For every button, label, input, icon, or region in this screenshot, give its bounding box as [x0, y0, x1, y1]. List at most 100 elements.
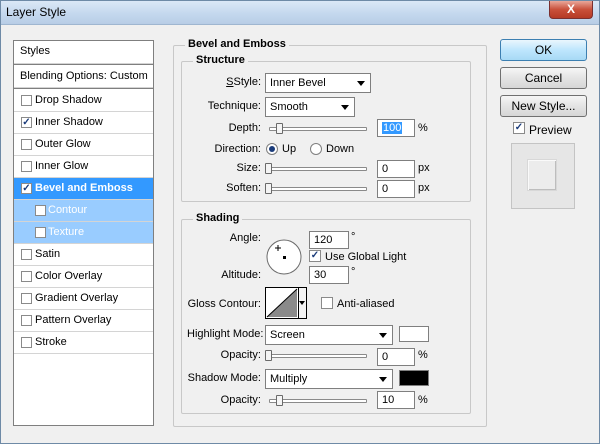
shadow-opacity-label: Opacity: — [220, 394, 261, 406]
soften-slider-track[interactable] — [269, 187, 367, 191]
angle-unit: ° — [351, 231, 356, 243]
shadow-mode-dropdown[interactable]: Multiply — [265, 369, 393, 389]
soften-unit: px — [418, 182, 430, 194]
size-input[interactable]: 0 — [377, 160, 415, 178]
style-item-checkbox[interactable] — [21, 139, 32, 150]
ok-button[interactable]: OK — [500, 39, 587, 61]
depth-slider-track[interactable] — [269, 127, 367, 131]
style-item-checkbox[interactable] — [35, 205, 46, 216]
style-item-label: Texture — [48, 226, 85, 238]
styles-header-label: Styles — [20, 45, 50, 57]
style-item-label: Bevel and Emboss — [35, 182, 133, 194]
depth-slider-thumb[interactable] — [276, 123, 283, 134]
structure-title: Structure — [193, 54, 248, 66]
style-item-checkbox[interactable] — [21, 249, 32, 260]
anti-aliased-checkbox[interactable] — [321, 297, 333, 309]
preview-checkbox[interactable]: ✓ — [513, 122, 525, 134]
highlight-opacity-input[interactable]: 0 — [377, 348, 415, 366]
chevron-down-icon — [341, 105, 349, 110]
style-item-label: Color Overlay — [35, 270, 103, 282]
chevron-down-icon — [379, 333, 387, 338]
style-item-checkbox[interactable]: ✓ — [21, 117, 32, 128]
angle-input[interactable]: 120 — [309, 231, 349, 249]
style-item[interactable]: Outer Glow — [14, 134, 153, 156]
style-item[interactable]: Drop Shadow — [14, 90, 153, 112]
highlight-mode-value: Screen — [270, 329, 305, 341]
global-light-checkbox[interactable]: ✓ — [309, 250, 321, 262]
altitude-unit: ° — [351, 266, 356, 278]
global-light-label: Use Global Light — [325, 251, 407, 263]
chevron-down-icon — [299, 301, 305, 305]
size-slider-track[interactable] — [269, 167, 367, 171]
technique-value: Smooth — [270, 101, 308, 113]
shadow-opacity-value: 10 — [382, 394, 395, 406]
style-item[interactable]: Satin — [14, 244, 153, 266]
direction-down-label: Down — [326, 143, 355, 155]
style-item-label: Inner Glow — [35, 160, 89, 172]
technique-dropdown[interactable]: Smooth — [265, 97, 355, 117]
styles-header-item[interactable]: Styles — [14, 41, 153, 64]
style-item[interactable]: Pattern Overlay — [14, 310, 153, 332]
style-item-checkbox[interactable] — [21, 95, 32, 106]
soften-slider-thumb[interactable] — [265, 183, 272, 194]
soften-input[interactable]: 0 — [377, 180, 415, 198]
shadow-color-swatch[interactable] — [399, 370, 429, 386]
shadow-opacity-track[interactable] — [269, 399, 367, 403]
style-item-checkbox[interactable] — [21, 315, 32, 326]
blending-options-label: Blending Options: Custom — [20, 70, 148, 82]
style-dropdown[interactable]: Inner Bevel — [265, 73, 371, 93]
style-item[interactable]: Gradient Overlay — [14, 288, 153, 310]
angle-dial[interactable] — [265, 238, 303, 276]
preview-label: Preview — [529, 123, 572, 137]
highlight-mode-label: Highlight Mode: — [187, 328, 264, 340]
bevel-emboss-title: Bevel and Emboss — [185, 38, 289, 50]
shadow-mode-label: Shadow Mode: — [187, 372, 261, 384]
direction-up-label: Up — [282, 143, 297, 155]
highlight-mode-dropdown[interactable]: Screen — [265, 325, 393, 345]
style-item-label: Satin — [35, 248, 61, 260]
style-item[interactable]: Color Overlay — [14, 266, 153, 288]
new-style-button[interactable]: New Style... — [500, 95, 587, 117]
highlight-color-swatch[interactable] — [399, 326, 429, 342]
style-item[interactable]: ✓ Inner Shadow — [14, 112, 153, 134]
style-item[interactable]: Stroke — [14, 332, 153, 354]
highlight-opacity-thumb[interactable] — [265, 350, 272, 361]
anti-aliased-label: Anti-aliased — [337, 298, 395, 310]
blending-options-item[interactable]: Blending Options: Custom — [14, 66, 153, 88]
size-slider-thumb[interactable] — [265, 163, 272, 174]
shadow-opacity-unit: % — [418, 394, 428, 406]
style-preview-thumbnail — [511, 143, 575, 209]
style-item-label: Contour — [48, 204, 88, 216]
style-item-checkbox[interactable] — [21, 337, 32, 348]
style-item-checkbox[interactable] — [21, 161, 32, 172]
style-item[interactable]: Texture — [14, 222, 153, 244]
chevron-down-icon — [357, 81, 365, 86]
title-bar: Layer Style X — [1, 1, 599, 25]
gloss-contour-label: Gloss Contour: — [187, 298, 261, 310]
highlight-opacity-track[interactable] — [269, 354, 367, 358]
style-item-checkbox[interactable]: ✓ — [21, 183, 32, 194]
style-item[interactable]: Inner Glow — [14, 156, 153, 178]
style-item[interactable]: ✓ Bevel and Emboss — [14, 178, 153, 200]
gloss-contour-picker[interactable] — [265, 287, 307, 319]
altitude-input[interactable]: 30 — [309, 266, 349, 284]
cancel-button[interactable]: Cancel — [500, 67, 587, 89]
direction-down-radio[interactable] — [310, 143, 322, 155]
direction-up-radio[interactable] — [266, 143, 278, 155]
soften-value: 0 — [382, 183, 389, 195]
shadow-opacity-thumb[interactable] — [276, 395, 283, 406]
style-item-checkbox[interactable] — [35, 227, 46, 238]
style-item-label: Outer Glow — [35, 138, 91, 150]
style-item[interactable]: Contour — [14, 200, 153, 222]
style-item-checkbox[interactable] — [21, 271, 32, 282]
altitude-value: 30 — [314, 269, 327, 281]
direction-label: Direction: — [214, 143, 261, 155]
shadow-opacity-input[interactable]: 10 — [377, 391, 415, 409]
window-title: Layer Style — [6, 5, 67, 19]
depth-unit: % — [418, 122, 428, 134]
style-item-label: Pattern Overlay — [35, 314, 112, 326]
depth-input[interactable]: 100 — [377, 119, 415, 137]
contour-curve-icon — [266, 288, 298, 318]
close-button[interactable]: X — [549, 1, 593, 19]
style-item-checkbox[interactable] — [21, 293, 32, 304]
